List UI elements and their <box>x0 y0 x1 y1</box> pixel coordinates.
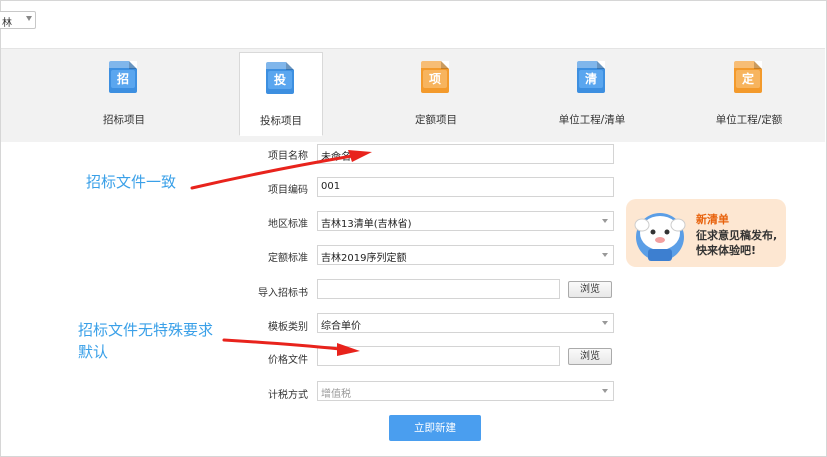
red-arrow-icon <box>190 150 372 190</box>
mascot-icon <box>634 213 686 261</box>
banner-line-1: 征求意见稿发布, <box>696 229 778 242</box>
banner-line-2: 快来体验吧! <box>696 244 757 257</box>
red-arrow-icon <box>222 338 360 356</box>
banner-title: 新清单 <box>696 213 729 226</box>
promo-banner[interactable]: 新清单 征求意见稿发布, 快来体验吧! <box>626 199 786 267</box>
